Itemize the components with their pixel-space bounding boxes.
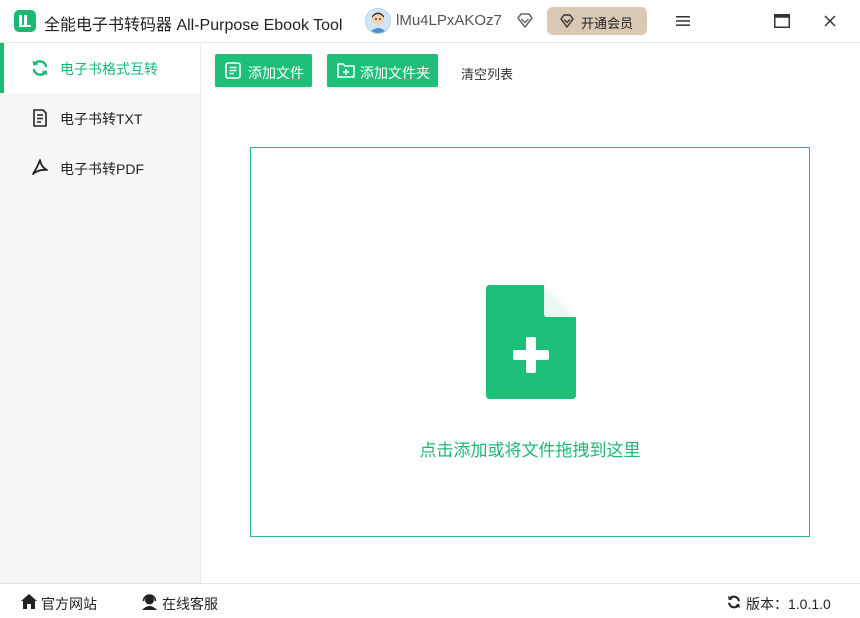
official-website-label: 官方网站 bbox=[41, 596, 97, 612]
headset-icon bbox=[142, 594, 157, 610]
close-button[interactable] bbox=[816, 7, 844, 35]
clear-list-button[interactable]: 清空列表 bbox=[461, 64, 513, 83]
sidebar: 电子书格式互转 电子书转TXT 电子书转PDF bbox=[0, 43, 201, 583]
add-folder-label: 添加文件夹 bbox=[360, 65, 430, 81]
file-drop-zone[interactable]: 点击添加或将文件拖拽到这里 bbox=[250, 147, 810, 537]
maximize-icon bbox=[774, 14, 790, 28]
file-list-icon bbox=[225, 62, 241, 79]
add-file-button[interactable]: 添加文件 bbox=[215, 54, 312, 87]
menu-button[interactable] bbox=[669, 7, 697, 35]
sidebar-item-to-pdf[interactable]: 电子书转PDF bbox=[0, 143, 200, 193]
book-icon bbox=[14, 10, 36, 32]
drop-zone-hint: 点击添加或将文件拖拽到这里 bbox=[419, 441, 641, 460]
file-add-icon bbox=[486, 285, 576, 399]
app-title: 全能电子书转码器 All-Purpose Ebook Tool bbox=[44, 17, 343, 34]
official-website-link[interactable]: 官方网站 bbox=[20, 593, 100, 612]
close-icon bbox=[824, 15, 836, 27]
vip-upgrade-button[interactable]: 开通会员 bbox=[547, 7, 647, 35]
sidebar-item-label: 电子书转TXT bbox=[60, 111, 143, 127]
status-bar: 官方网站 在线客服 版本：1.0.1.0 bbox=[0, 583, 860, 618]
refresh-icon bbox=[728, 595, 740, 609]
pdf-icon bbox=[32, 159, 48, 175]
document-icon bbox=[33, 109, 47, 127]
title-bar: 全能电子书转码器 All-Purpose Ebook Tool lMu4LPxA… bbox=[0, 0, 860, 43]
folder-add-icon bbox=[337, 63, 355, 78]
add-folder-button[interactable]: 添加文件夹 bbox=[327, 54, 438, 87]
sidebar-item-label: 电子书格式互转 bbox=[60, 61, 158, 77]
diamond-icon[interactable] bbox=[515, 11, 535, 31]
maximize-button[interactable] bbox=[767, 7, 795, 35]
sidebar-item-to-txt[interactable]: 电子书转TXT bbox=[0, 93, 200, 143]
sidebar-item-label: 电子书转PDF bbox=[60, 161, 144, 177]
refresh-icon bbox=[32, 60, 48, 76]
online-support-link[interactable]: 在线客服 bbox=[141, 593, 223, 612]
version-info: 版本：1.0.1.0 bbox=[726, 593, 834, 612]
version-label: 版本：1.0.1.0 bbox=[746, 596, 831, 612]
online-support-label: 在线客服 bbox=[162, 596, 218, 612]
add-file-label: 添加文件 bbox=[248, 65, 304, 81]
username: lMu4LPxAKOz7 bbox=[396, 12, 502, 29]
sidebar-item-format-convert[interactable]: 电子书格式互转 bbox=[0, 43, 200, 93]
vip-label: 开通会员 bbox=[581, 16, 634, 31]
avatar[interactable] bbox=[365, 8, 391, 34]
diamond-icon bbox=[560, 14, 574, 28]
home-icon bbox=[21, 594, 37, 609]
menu-icon bbox=[676, 16, 690, 26]
